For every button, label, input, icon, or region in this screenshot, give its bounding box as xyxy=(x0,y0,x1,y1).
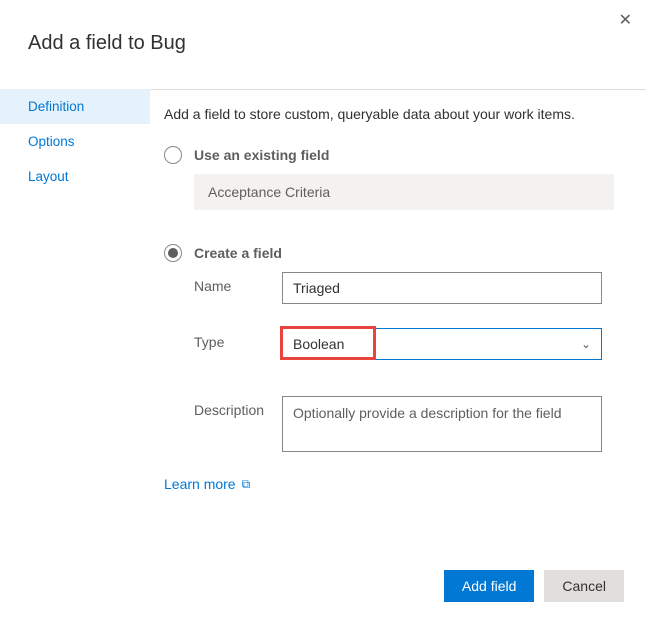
add-field-button[interactable]: Add field xyxy=(444,570,534,602)
sidebar-item-definition[interactable]: Definition xyxy=(0,89,150,124)
cancel-button[interactable]: Cancel xyxy=(544,570,624,602)
chevron-down-icon: ⌄ xyxy=(581,337,591,351)
dialog-title: Add a field to Bug xyxy=(0,0,646,55)
radio-create-field-label: Create a field xyxy=(194,245,282,261)
learn-more-link[interactable]: Learn more ⧉ xyxy=(164,476,250,492)
intro-text: Add a field to store custom, queryable d… xyxy=(164,106,626,122)
type-select-value: Boolean xyxy=(293,336,344,352)
description-label: Description xyxy=(194,396,282,418)
footer: Add field Cancel xyxy=(444,570,624,602)
main-panel: Add a field to store custom, queryable d… xyxy=(150,89,646,494)
type-label: Type xyxy=(194,328,282,350)
description-input[interactable] xyxy=(282,396,602,452)
radio-create-field[interactable] xyxy=(164,244,182,262)
name-label: Name xyxy=(194,272,282,294)
learn-more-label: Learn more xyxy=(164,476,236,492)
sidebar: Definition Options Layout xyxy=(0,89,150,494)
external-link-icon: ⧉ xyxy=(242,477,251,492)
name-input[interactable] xyxy=(282,272,602,304)
existing-field-select: Acceptance Criteria xyxy=(194,174,614,210)
type-select[interactable]: Boolean ⌄ xyxy=(282,328,602,360)
radio-use-existing-label: Use an existing field xyxy=(194,147,329,163)
radio-use-existing[interactable] xyxy=(164,146,182,164)
sidebar-item-options[interactable]: Options xyxy=(0,124,150,159)
close-icon[interactable]: ✕ xyxy=(619,10,632,30)
sidebar-item-layout[interactable]: Layout xyxy=(0,159,150,194)
